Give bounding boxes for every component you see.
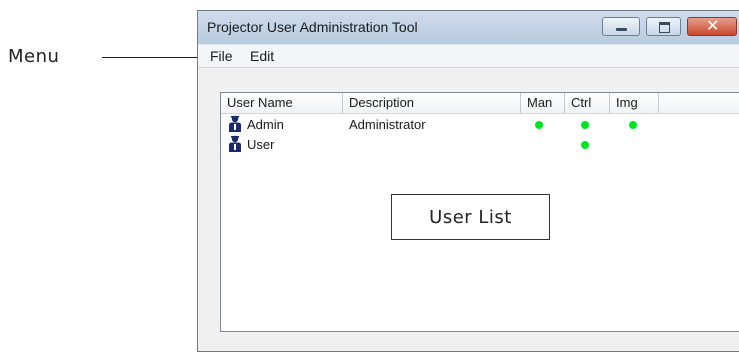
user-list-annotation: User List: [391, 194, 550, 240]
list-header: User Name Description Man Ctrl Img: [221, 93, 739, 114]
column-header-man[interactable]: Man: [521, 93, 565, 113]
maximize-icon: [659, 22, 670, 33]
user-icon: [229, 135, 241, 152]
column-header-ctrl[interactable]: Ctrl: [565, 93, 610, 113]
menu-annotation-line: [102, 57, 210, 58]
user-name: User: [247, 137, 275, 152]
maximize-button[interactable]: [646, 17, 681, 36]
list-item[interactable]: User: [221, 135, 739, 155]
close-icon: ✕: [706, 16, 720, 35]
list-item[interactable]: Admin Administrator: [221, 115, 739, 135]
menu-edit[interactable]: Edit: [250, 48, 274, 64]
column-header-user-name[interactable]: User Name: [221, 93, 343, 113]
column-header-description[interactable]: Description: [343, 93, 521, 113]
ctrl-indicator: [581, 141, 589, 149]
img-indicator: [629, 121, 637, 129]
user-icon: [229, 115, 241, 132]
ctrl-indicator: [581, 121, 589, 129]
app-window: Projector User Administration Tool ✕ Fil…: [197, 10, 739, 352]
user-description: Administrator: [349, 117, 426, 132]
minimize-icon: [616, 28, 627, 31]
column-header-img[interactable]: Img: [610, 93, 659, 113]
minimize-button[interactable]: [602, 17, 640, 36]
user-name: Admin: [247, 117, 284, 132]
man-indicator: [535, 121, 543, 129]
title-bar[interactable]: Projector User Administration Tool ✕: [198, 11, 739, 44]
menu-annotation-label: Menu: [8, 46, 60, 67]
close-button[interactable]: ✕: [687, 16, 737, 36]
menu-bar: File Edit: [198, 45, 739, 68]
window-title: Projector User Administration Tool: [207, 19, 418, 35]
menu-file[interactable]: File: [210, 48, 233, 64]
